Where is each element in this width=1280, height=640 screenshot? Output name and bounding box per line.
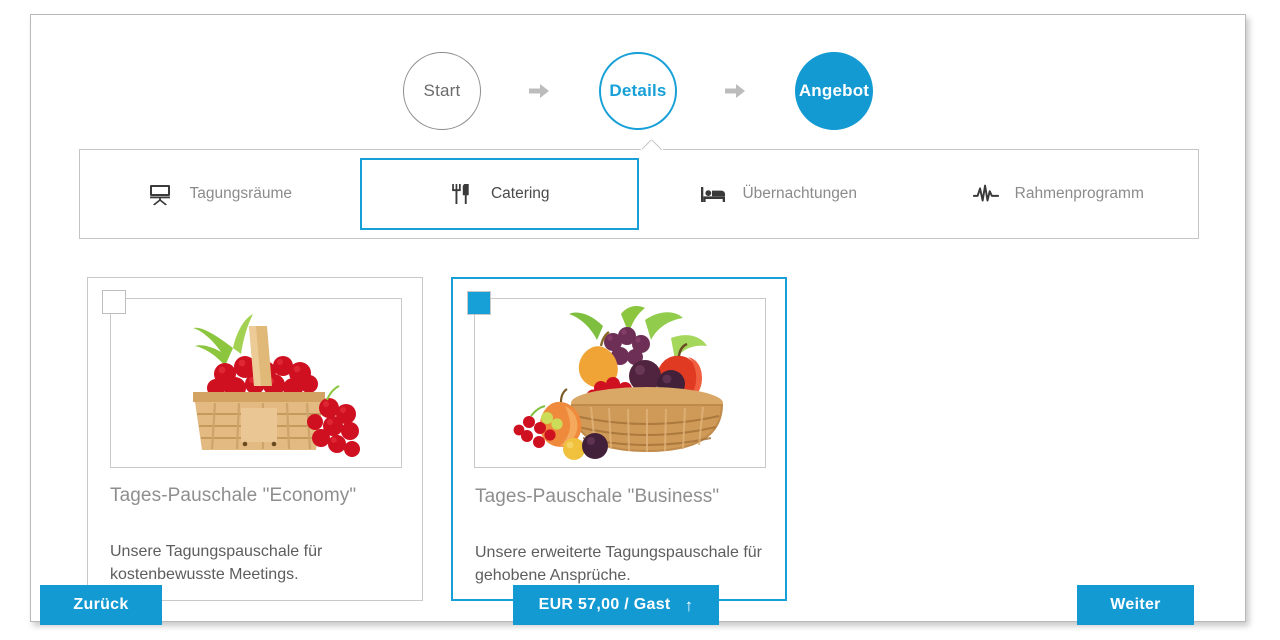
arrow-up-icon: ↑	[684, 595, 694, 615]
next-button-label: Weiter	[1110, 596, 1161, 613]
fork-knife-icon	[449, 181, 475, 207]
stepper-arrow-2	[677, 82, 795, 100]
package-card-economy[interactable]: Tages-Pauschale "Economy" Unsere Tagungs…	[87, 277, 423, 601]
price-summary-label: EUR 57,00 / Gast	[538, 596, 671, 613]
category-tabbar: Tagungsräume Catering Übernachtungen Rah…	[79, 149, 1199, 239]
package-title-economy: Tages-Pauschale "Economy"	[110, 485, 357, 506]
projector-screen-icon	[147, 181, 173, 207]
package-card-business[interactable]: Tages-Pauschale "Business" Unsere erweit…	[451, 277, 787, 601]
stepper-step-start[interactable]: Start	[403, 52, 481, 130]
pulse-activity-icon	[972, 181, 999, 207]
bed-icon	[700, 181, 726, 207]
tab-uebernachtungen[interactable]: Übernachtungen	[639, 150, 919, 238]
tab-uebernachtungen-label: Übernachtungen	[742, 185, 858, 202]
stepper-step-start-label: Start	[423, 81, 461, 100]
next-button[interactable]: Weiter	[1077, 585, 1194, 625]
package-image-economy	[110, 298, 402, 468]
package-title-business: Tages-Pauschale "Business"	[475, 486, 720, 507]
package-checkbox-business[interactable]	[467, 291, 491, 315]
tabbar-notch	[642, 140, 662, 150]
tab-rahmenprogramm-label: Rahmenprogramm	[1014, 185, 1144, 202]
tab-catering[interactable]: Catering	[359, 158, 639, 230]
package-description-economy: Unsere Tagungspauschale für kostenbewuss…	[110, 543, 323, 583]
tab-tagungsraeume-label: Tagungsräume	[189, 185, 293, 202]
wizard-stepper: Start Details Angebot	[31, 43, 1245, 139]
wizard-page-frame: Start Details Angebot Tagungsräume Cater…	[30, 14, 1246, 622]
stepper-step-angebot-label: Angebot	[798, 81, 870, 100]
package-checkbox-economy[interactable]	[102, 290, 126, 314]
back-button-label: Zurück	[73, 596, 129, 613]
package-image-business	[474, 298, 766, 468]
price-summary-button[interactable]: EUR 57,00 / Gast ↑	[513, 585, 719, 625]
tab-tagungsraeume[interactable]: Tagungsräume	[80, 150, 360, 238]
stepper-arrow-1	[481, 82, 599, 100]
package-description-business: Unsere erweiterte Tagungspauschale für g…	[475, 544, 762, 584]
catering-package-list: Tages-Pauschale "Economy" Unsere Tagungs…	[87, 277, 787, 601]
stepper-step-angebot[interactable]: Angebot	[795, 52, 873, 130]
tab-rahmenprogramm[interactable]: Rahmenprogramm	[919, 150, 1199, 238]
stepper-step-details-label: Details	[609, 81, 667, 100]
stepper-step-details[interactable]: Details	[599, 52, 677, 130]
tab-catering-label: Catering	[490, 185, 550, 202]
back-button[interactable]: Zurück	[40, 585, 162, 625]
category-tabbar-wrapper: Tagungsräume Catering Übernachtungen Rah…	[79, 149, 1199, 239]
